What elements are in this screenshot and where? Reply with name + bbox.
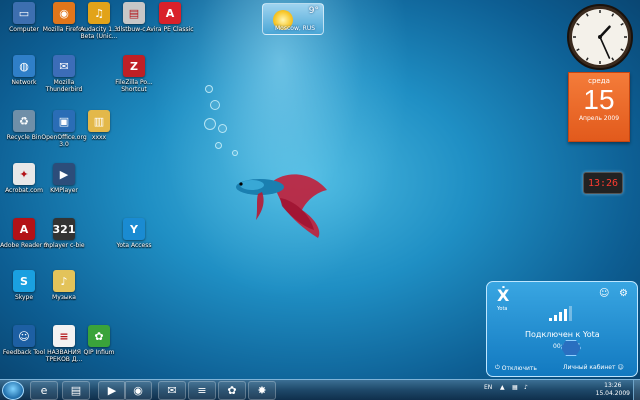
signal-strength-icon (549, 306, 572, 321)
notepad-icon: ≡ (197, 384, 207, 397)
desktop-icon[interactable]: A Avira PE Classic (146, 2, 194, 33)
text-file-icon: ≡ (53, 325, 75, 347)
calendar-day: 15 (583, 84, 615, 115)
wallpaper-light (150, 0, 410, 300)
taskbar-button[interactable]: ✉ (158, 381, 186, 400)
start-button[interactable] (2, 381, 24, 400)
folder-icon: ▤ (123, 2, 145, 24)
qip-icon: ✿ (227, 384, 237, 397)
desktop-icon[interactable]: ✉ Mozilla Thunderbird (40, 55, 88, 93)
network-icon: ◍ (13, 55, 35, 77)
desktop-icon[interactable]: Y Yota Access (110, 218, 158, 249)
taskbar-button[interactable]: ✸ (248, 381, 276, 400)
desktop-icon[interactable]: ▥ xxxx (75, 110, 123, 141)
desktop-icon-label: Музыка (52, 294, 76, 301)
internet-explorer-icon: e (40, 384, 48, 397)
desktop-icon-label: QIP Infium (83, 349, 115, 356)
thunderbird-icon: ✉ (167, 384, 177, 397)
weather-gadget[interactable]: 9° Moscow, RUS (262, 3, 324, 35)
desktop-icon[interactable]: ♪ Музыка (40, 270, 88, 301)
music-folder-icon: ♪ (53, 270, 75, 292)
volume-tray-icon[interactable]: ♪ (524, 384, 528, 391)
explorer-icon: ▤ (70, 384, 82, 397)
analog-clock-gadget[interactable] (566, 3, 634, 71)
yota-widget[interactable]: Ẋ Yota ☺ ⚙ Подключен к Yota 00:02:07 ⏻ О… (486, 281, 638, 377)
weather-temperature: 9° (308, 6, 319, 16)
desktop-icon[interactable]: ✿ QIP Infium (75, 325, 123, 356)
kmplayer-icon: ▶ (53, 163, 75, 185)
gear-icon[interactable]: ⚙ (619, 288, 628, 299)
wallpaper-bubble (218, 124, 227, 133)
wallpaper-bubble (204, 118, 216, 130)
calendar-gadget[interactable]: среда 15 Апрель 2009 (568, 72, 630, 142)
signal-bar (564, 309, 567, 321)
tray-date: 15.04.2009 (595, 390, 630, 397)
taskbar-button[interactable]: ≡ (188, 381, 216, 400)
media-player-icon: ▶ (107, 384, 117, 397)
yota-logo-icon: Ẋ (497, 286, 510, 305)
desktop-icon-label: xxxx (91, 134, 107, 141)
personal-cabinet-button[interactable]: Личный кабинет ☺ (563, 364, 624, 371)
taskbar-button[interactable]: ✿ (218, 381, 246, 400)
openoffice-icon: ▣ (53, 110, 75, 132)
calendar-month: Апрель 2009 (578, 115, 620, 122)
network-tray-icon[interactable]: ▦ (512, 384, 518, 391)
mplayer-icon: 321 (53, 218, 75, 240)
desktop-icon-label: FileZilla Po... Shortcut (115, 79, 153, 93)
wallpaper-bubble (232, 150, 238, 156)
taskbar-button[interactable]: e (30, 381, 58, 400)
signal-bar (554, 315, 557, 321)
betta-fish-wallpaper (236, 174, 327, 238)
computer-icon: ▭ (13, 2, 35, 24)
wallpaper-bubble (205, 85, 213, 93)
firefox-icon: ◉ (133, 384, 143, 397)
show-desktop-button[interactable] (633, 380, 640, 400)
audacity-icon: ♫ (88, 2, 110, 24)
cabinet-label: Личный кабинет (563, 364, 616, 371)
taskbar-button[interactable]: ▤ (62, 381, 90, 400)
yota-connection-status: Подключен к Yota (525, 330, 600, 339)
wallpaper-bubble (215, 142, 222, 149)
taskbar-button[interactable]: ▶ (98, 381, 126, 400)
desktop-icon[interactable]: ▶ KMPlayer (40, 163, 88, 194)
smile-icon[interactable]: ☺ (599, 288, 609, 299)
filezilla-icon: Z (123, 55, 145, 77)
weather-city: Moscow, RUS (275, 25, 316, 32)
tray-arrow-icon[interactable]: ▲ (500, 384, 505, 391)
desktop-icon-label: Yota Access (116, 242, 152, 249)
disconnect-button[interactable]: ⏻ Отключить (495, 364, 537, 372)
desktop-icon-label: KMPlayer (50, 187, 78, 194)
signal-bar (549, 318, 552, 321)
desktop-icon-label: Avira PE Classic (146, 26, 194, 33)
avira-icon: A (159, 2, 181, 24)
feedback-tool-icon: ☺ (13, 325, 35, 347)
taskbar-button[interactable]: ◉ (124, 381, 152, 400)
wallpaper-bubble (210, 100, 220, 110)
desktop-icon-label: Mozilla Thunderbird (45, 79, 83, 93)
power-icon: ⏻ (495, 364, 500, 371)
skype-icon: S (13, 270, 35, 292)
recycle-bin-icon: ♻ (13, 110, 35, 132)
yota-access-icon: Y (123, 218, 145, 240)
user-icon: ☺ (617, 364, 624, 371)
firefox-icon: ◉ (53, 2, 75, 24)
signal-bar (559, 312, 562, 321)
disconnect-label: Отключить (501, 364, 537, 372)
language-indicator[interactable]: EN (484, 384, 492, 391)
desktop-icon-label: mplayer c-bie (43, 242, 85, 249)
digital-clock-gadget[interactable]: 13:26 (583, 172, 623, 194)
game-icon: ✸ (257, 384, 267, 397)
tray-clock[interactable]: 13:26 15.04.2009 (596, 382, 630, 398)
taskbar: e ▤ ▶ ◉ ✉ ≡ ✿ ✸ EN ▲ ▦ ♪ 13:26 15.04.2009 (0, 379, 640, 400)
desktop-icon[interactable]: Z FileZilla Po... Shortcut (110, 55, 158, 93)
acrobat-com-icon: ✦ (13, 163, 35, 185)
tray-time: 13:26 (604, 382, 622, 389)
signal-bar (569, 306, 572, 321)
qip-icon: ✿ (88, 325, 110, 347)
adobe-reader-icon: A (13, 218, 35, 240)
thunderbird-icon: ✉ (53, 55, 75, 77)
desktop-icon[interactable]: 321 mplayer c-bie (40, 218, 88, 249)
yota-brand: Yota (497, 306, 508, 312)
zip-folder-icon: ▥ (88, 110, 110, 132)
